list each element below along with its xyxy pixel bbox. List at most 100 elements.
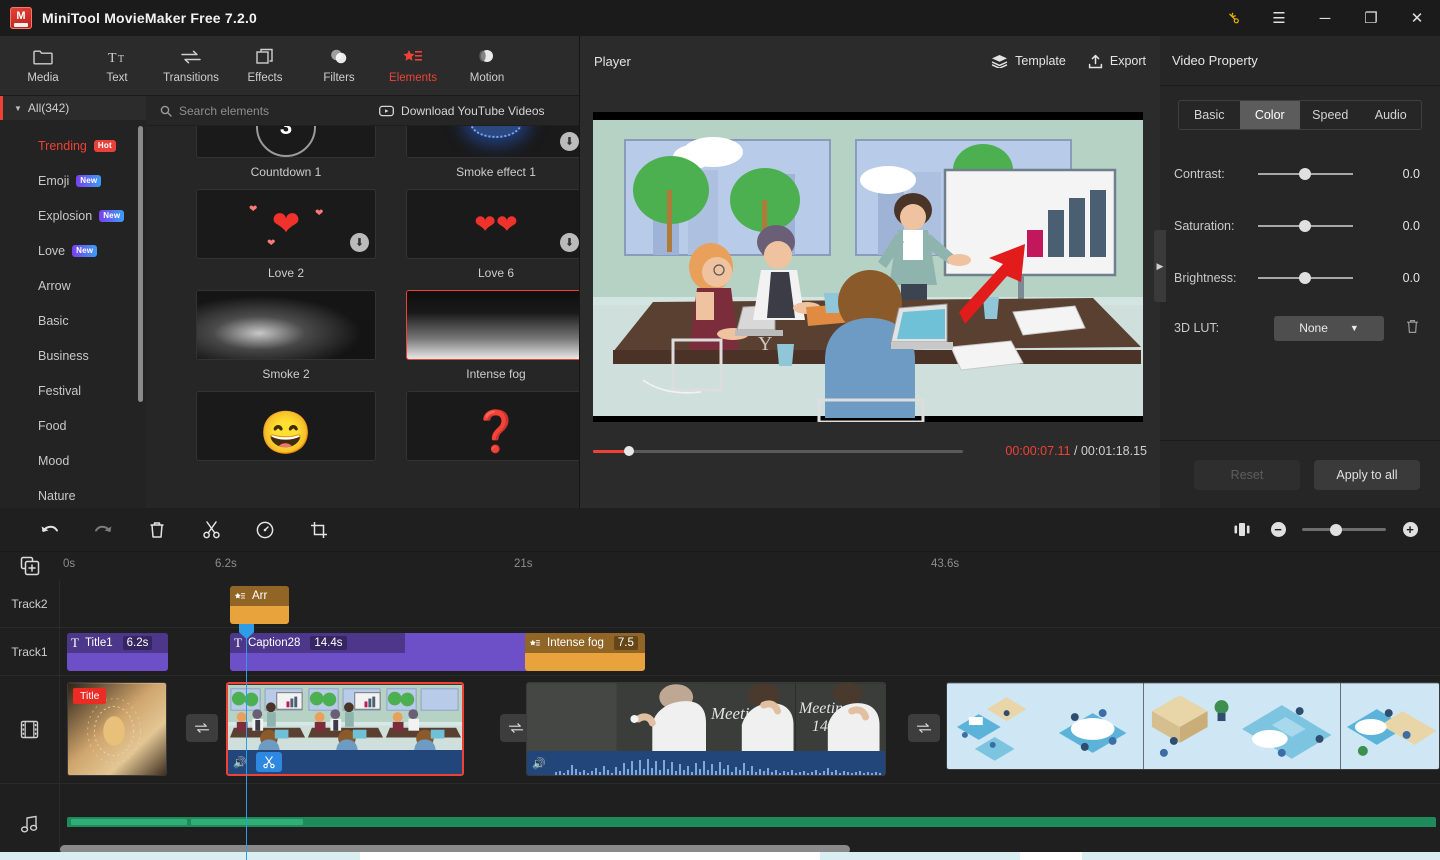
video-track-lane[interactable]: Title 🔊 Meeti Meeting 14; 🔊 — [60, 676, 1440, 783]
category-item-explosion[interactable]: Explosion New — [0, 198, 146, 233]
category-item-trending[interactable]: Trending Hot — [0, 128, 146, 163]
tab-filters[interactable]: Filters — [302, 37, 376, 95]
tab-motion[interactable]: Motion — [450, 37, 524, 95]
timeline-ruler[interactable]: 0s 6.2s 21s 43.6s — [0, 552, 1440, 580]
zoom-in-button[interactable]: + — [1392, 508, 1428, 552]
element-cell[interactable]: ❓ — [406, 391, 579, 461]
tab-elements[interactable]: Elements — [376, 37, 450, 95]
element-cell[interactable]: ❤ ❤ ❤ ❤ ⬇ Love 2 — [196, 189, 376, 280]
element-thumbnail-question[interactable]: ❓ — [406, 391, 579, 461]
timeline-clip-title1[interactable]: T Title1 6.2s — [67, 633, 168, 671]
brightness-slider[interactable] — [1258, 272, 1353, 284]
maximize-button[interactable]: ❐ — [1348, 0, 1394, 36]
track2-lane[interactable]: Arr — [60, 580, 1440, 627]
element-grid[interactable]: 3 Countdown 1 ⬇ Smoke effect 1 ❤ ❤ ❤ ❤ ⬇… — [146, 126, 579, 508]
video-clip-isometric-office[interactable] — [946, 682, 1440, 770]
category-item-nature[interactable]: Nature — [0, 478, 146, 508]
element-thumbnail-emoji[interactable]: 😄 — [196, 391, 376, 461]
timeline-clip-intense-fog[interactable]: Intense fog 7.5 — [525, 633, 645, 671]
tab-effects[interactable]: Effects — [228, 37, 302, 95]
video-preview[interactable]: Y — [593, 112, 1143, 422]
minimize-button[interactable]: ─ — [1302, 0, 1348, 36]
element-cell[interactable]: 😄 — [196, 391, 376, 461]
timeline-clip-arrow[interactable]: Arr — [230, 586, 289, 624]
track-row-1: Track1 T Title1 6.2s T Caption28 14.4s I… — [0, 628, 1440, 676]
category-item-basic[interactable]: Basic — [0, 303, 146, 338]
delete-lut-button[interactable] — [1406, 319, 1419, 337]
element-thumbnail-smoke-effect-1[interactable]: ⬇ — [406, 126, 579, 158]
delete-button[interactable] — [130, 508, 184, 552]
fit-timeline-button[interactable] — [1224, 508, 1260, 552]
timeline-zoom-slider[interactable] — [1302, 523, 1386, 536]
close-button[interactable]: ✕ — [1394, 0, 1440, 36]
track1-lane[interactable]: T Title1 6.2s T Caption28 14.4s Intense … — [60, 628, 1440, 675]
category-item-emoji[interactable]: Emoji New — [0, 163, 146, 198]
menu-button[interactable]: ☰ — [1256, 0, 1302, 36]
element-thumbnail-love-2[interactable]: ❤ ❤ ❤ ❤ ⬇ — [196, 189, 376, 259]
tab-audio[interactable]: Audio — [1361, 101, 1422, 129]
slider-handle[interactable] — [1299, 272, 1311, 284]
add-track-button[interactable] — [0, 552, 60, 580]
search-input[interactable]: Search elements — [160, 104, 269, 118]
element-cell[interactable]: 3 Countdown 1 — [196, 126, 376, 179]
panel-collapse-handle[interactable]: ▶ — [1154, 230, 1166, 302]
crop-button[interactable] — [292, 508, 346, 552]
element-cell[interactable]: Intense fog — [406, 290, 579, 381]
saturation-slider[interactable] — [1258, 220, 1353, 232]
transition-button-1[interactable] — [186, 714, 218, 742]
download-icon[interactable]: ⬇ — [560, 233, 579, 252]
element-thumbnail-smoke-2[interactable] — [196, 290, 376, 360]
category-item-food[interactable]: Food — [0, 408, 146, 443]
element-thumbnail-countdown-1[interactable]: 3 — [196, 126, 376, 158]
transition-button-3[interactable] — [908, 714, 940, 742]
category-item-mood[interactable]: Mood — [0, 443, 146, 478]
category-all[interactable]: ▼ All(342) — [0, 96, 146, 120]
speed-button[interactable] — [238, 508, 292, 552]
category-item-business[interactable]: Business — [0, 338, 146, 373]
export-button[interactable]: Export — [1088, 54, 1146, 69]
category-item-arrow[interactable]: Arrow — [0, 268, 146, 303]
tab-transitions[interactable]: Transitions — [154, 37, 228, 95]
playback-progress-handle[interactable] — [624, 446, 634, 456]
slider-handle[interactable] — [1299, 168, 1311, 180]
category-item-festival[interactable]: Festival — [0, 373, 146, 408]
tab-media[interactable]: Media — [6, 37, 80, 95]
playback-progress-bar[interactable] — [593, 446, 963, 456]
audio-clip[interactable] — [67, 817, 1436, 827]
element-cell[interactable]: ⬇ Smoke effect 1 — [406, 126, 579, 179]
split-clip-badge[interactable] — [256, 752, 282, 772]
timeline-clip-caption28[interactable]: T Caption28 14.4s — [230, 633, 535, 671]
video-clip-title[interactable]: Title — [67, 682, 167, 776]
reset-button[interactable]: Reset — [1194, 459, 1300, 490]
element-thumbnail-intense-fog[interactable] — [406, 290, 579, 360]
slider-handle[interactable] — [1299, 220, 1311, 232]
element-cell[interactable]: Smoke 2 — [196, 290, 376, 381]
apply-to-all-button[interactable]: Apply to all — [1314, 459, 1420, 490]
zoom-out-button[interactable]: − — [1260, 508, 1296, 552]
element-thumbnail-love-6[interactable]: ❤❤ ⬇ — [406, 189, 579, 259]
question-mark-icon: ❓ — [471, 410, 521, 454]
clip-thumbnails: Meeti Meeting 14; — [527, 683, 885, 753]
download-icon[interactable]: ⬇ — [560, 132, 579, 151]
category-item-love[interactable]: Love New — [0, 233, 146, 268]
license-key-button[interactable]: ⚷ — [1210, 0, 1256, 36]
download-icon[interactable]: ⬇ — [350, 233, 369, 252]
tab-color[interactable]: Color — [1239, 101, 1300, 129]
split-button[interactable] — [184, 508, 238, 552]
contrast-slider[interactable] — [1258, 168, 1353, 180]
category-scrollbar[interactable] — [138, 126, 143, 402]
download-youtube-videos-button[interactable]: Download YouTube Videos — [379, 104, 545, 118]
zoom-slider-handle[interactable] — [1330, 523, 1342, 536]
video-clip-blackboard[interactable]: Meeti Meeting 14; 🔊 — [526, 682, 886, 776]
video-clip-meeting[interactable]: 🔊 — [226, 682, 464, 776]
template-button[interactable]: Template — [991, 54, 1066, 69]
element-cell[interactable]: ❤❤ ⬇ Love 6 — [406, 189, 579, 280]
timeline-toolbar: − + — [0, 508, 1440, 552]
tab-text[interactable]: TT Text — [80, 37, 154, 95]
tab-speed[interactable]: Speed — [1300, 101, 1361, 129]
redo-button[interactable] — [76, 508, 130, 552]
undo-button[interactable] — [22, 508, 76, 552]
tab-basic[interactable]: Basic — [1179, 101, 1240, 129]
lut-select[interactable]: None ▼ — [1274, 315, 1384, 341]
playhead[interactable] — [239, 624, 254, 860]
